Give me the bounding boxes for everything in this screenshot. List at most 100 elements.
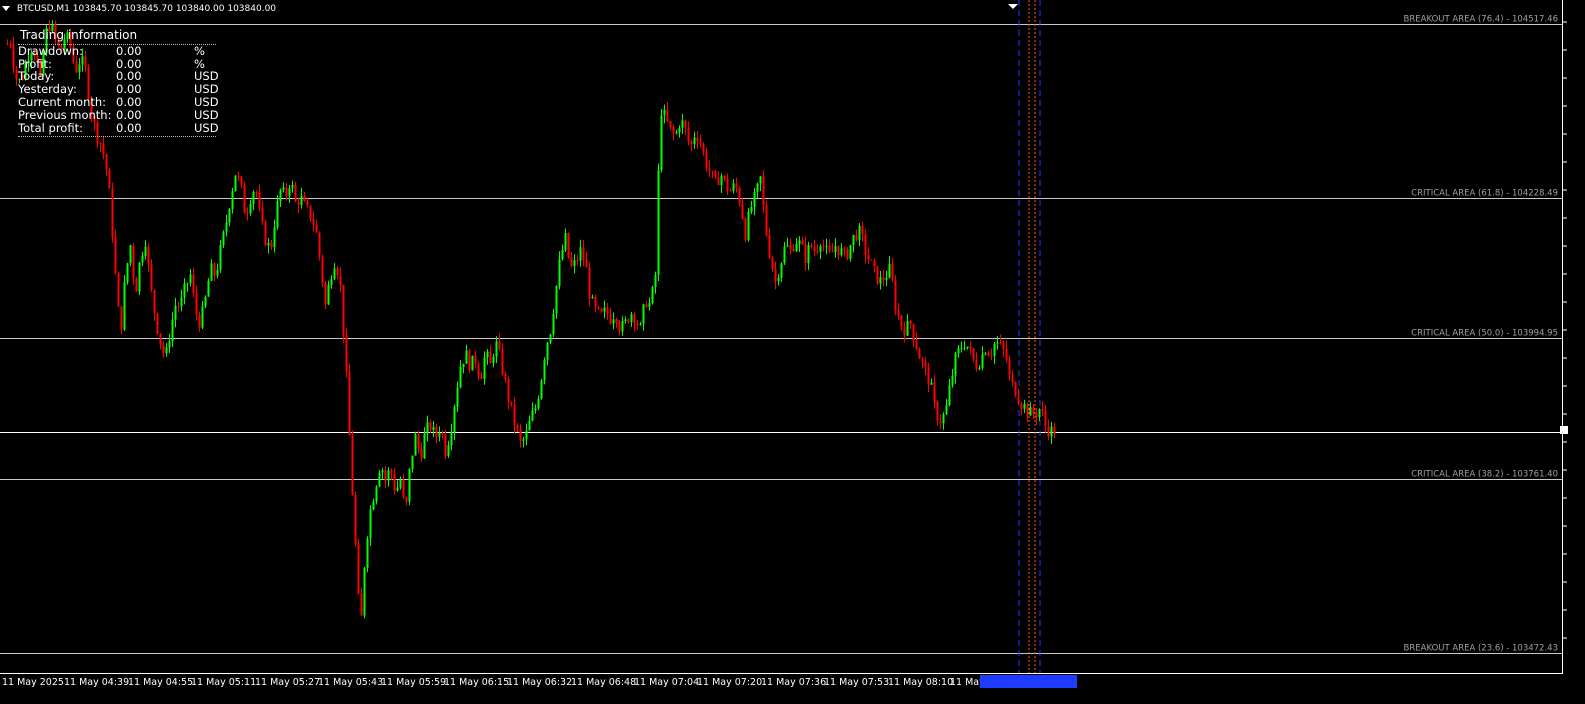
candle-body (255, 192, 258, 194)
candle-body (936, 402, 939, 422)
candle-body (825, 245, 828, 247)
candle-body (213, 263, 216, 276)
fib-level-label: BREAKOUT AREA (23.6) - 103472.43 (1404, 644, 1558, 654)
candle-body (606, 307, 609, 315)
candle-body (540, 380, 543, 399)
candle-body (279, 189, 282, 202)
candle-body (543, 359, 546, 381)
candle-body (942, 414, 945, 424)
candle-body (828, 245, 831, 252)
price-chart[interactable]: BREAKOUT AREA (76.4) - 104517.46 CRITICAL… (0, 0, 1585, 704)
candle-body (570, 257, 573, 266)
candle-body (681, 120, 684, 128)
candle-body (207, 280, 210, 297)
candle-body (282, 187, 285, 190)
candle-body (423, 433, 426, 459)
candle-body (804, 244, 807, 264)
candle-body (405, 497, 408, 502)
candle-body (555, 285, 558, 314)
candle-body (396, 487, 399, 491)
candle-body (528, 420, 531, 431)
candle-body (966, 346, 969, 349)
candle-body (891, 264, 894, 281)
candle-body (621, 320, 624, 332)
candle-body (252, 192, 255, 205)
candle-body (6, 44, 9, 46)
candle-body (972, 348, 975, 360)
candle-body (738, 187, 741, 204)
candle-body (351, 435, 354, 495)
trading-info-row: Drawdown: 0.00% (18, 43, 216, 58)
candle-body (486, 351, 489, 358)
candle-body (894, 280, 897, 311)
candle-body (1026, 404, 1029, 416)
candle-body (774, 269, 777, 282)
candle-body (1035, 414, 1038, 418)
candle-body (471, 355, 474, 371)
candle-body (849, 245, 852, 259)
candle-body (9, 44, 12, 46)
candle-body (309, 205, 312, 219)
candle-body (582, 247, 585, 260)
candle-body (924, 361, 927, 367)
candle-body (786, 245, 789, 247)
candle-body (549, 334, 552, 343)
candle-body (435, 426, 438, 437)
candle-body (792, 249, 795, 252)
time-axis-label: 11 May 04:39 (64, 677, 130, 688)
candle-body (147, 246, 150, 265)
candle-body (999, 342, 1002, 344)
candle-body (996, 342, 999, 344)
candle-body (603, 307, 606, 312)
chart-menu-triangle-icon[interactable] (2, 6, 10, 11)
candle-body (948, 385, 951, 406)
candle-body (375, 486, 378, 502)
candle-body (762, 176, 765, 206)
candle-body (153, 290, 156, 314)
trading-info-label: Current month: (18, 94, 107, 109)
candle-body (456, 387, 459, 407)
trading-info-value: 0.00 (116, 43, 142, 58)
candle-body (927, 366, 930, 385)
candle-body (237, 175, 240, 177)
candle-body (219, 245, 222, 270)
candle-body (705, 151, 708, 169)
candle-body (99, 143, 102, 145)
candle-body (159, 333, 162, 345)
candle-body (780, 263, 783, 278)
trading-info-value: 0.00 (116, 107, 142, 122)
candle-body (276, 201, 279, 228)
candle-body (1023, 404, 1026, 409)
candle-body (354, 494, 357, 545)
candle-body (525, 430, 528, 440)
candle-body (726, 178, 729, 191)
candle-body (912, 323, 915, 341)
candle-body (318, 232, 321, 257)
candle-body (678, 127, 681, 133)
candle-body (1053, 426, 1056, 434)
candle-body (522, 439, 525, 441)
candle-body (198, 314, 201, 328)
candle-body (723, 175, 726, 179)
candle-body (789, 245, 792, 250)
candle-body (129, 245, 132, 264)
trading-info-unit: USD (194, 107, 219, 122)
candle-body (339, 275, 342, 285)
candle-body (120, 306, 123, 330)
candle-body (222, 231, 225, 246)
candle-body (174, 305, 177, 320)
candle-body (363, 568, 366, 616)
candle-body (171, 319, 174, 342)
candle-body (288, 188, 291, 196)
candle-body (537, 398, 540, 409)
candle-body (876, 266, 879, 284)
candle-body (366, 538, 369, 569)
candle-body (594, 296, 597, 308)
candle-body (531, 410, 534, 421)
candle-body (168, 341, 171, 348)
trading-information-panel: Trading information Drawdown: 0.00% Profit… (18, 29, 219, 138)
candle-body (579, 247, 582, 261)
candle-body (369, 509, 372, 539)
candle-body (324, 282, 327, 305)
candle-body (954, 353, 957, 376)
